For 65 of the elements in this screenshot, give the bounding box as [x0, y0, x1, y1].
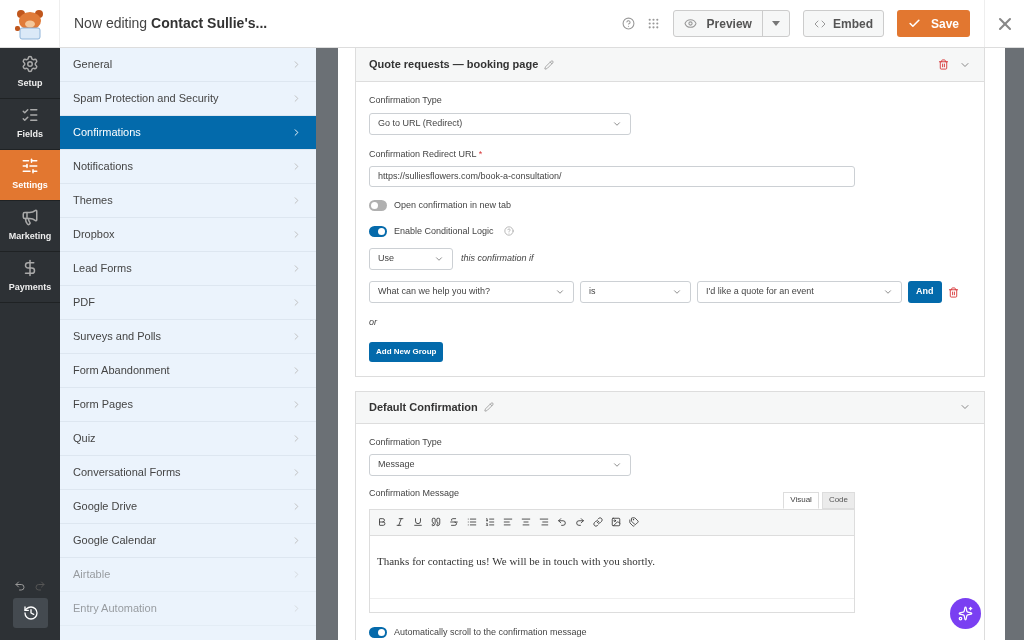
bullet-list-icon[interactable] [467, 517, 477, 527]
chevron-down-icon [612, 460, 622, 470]
card-title: Default Confirmation [369, 399, 478, 415]
toggle-switch[interactable] [369, 626, 387, 638]
tags-icon[interactable] [629, 517, 639, 527]
add-group-button[interactable]: Add New Group [369, 341, 444, 362]
help-icon[interactable] [621, 17, 635, 30]
field-label: Confirmation Type [369, 435, 443, 449]
chevron-down-icon [672, 287, 682, 297]
condition-text: this confirmation if [461, 252, 534, 266]
image-icon[interactable] [611, 517, 621, 527]
align-right-icon[interactable] [539, 517, 549, 527]
card-title: Quote requests — booking page [369, 57, 539, 73]
url-field[interactable]: https://sulliesflowers.com/book-a-consultation/ [369, 166, 855, 187]
align-center-icon[interactable] [521, 517, 531, 527]
field-select[interactable]: What can we help you with? [369, 281, 574, 303]
toggle-switch[interactable] [369, 225, 387, 237]
chevron-right-icon [291, 501, 302, 512]
megaphone-icon [21, 208, 39, 227]
eye-icon [683, 17, 697, 30]
chevron-down-icon [883, 287, 893, 297]
link-icon[interactable] [593, 517, 603, 527]
toggle-label: Automatically scroll to the confirmation message [394, 625, 587, 639]
sliders-icon [21, 157, 39, 176]
and-button[interactable]: And [908, 281, 942, 303]
form-title: Now editing Contact Sullie's... [74, 14, 268, 33]
operator-select[interactable]: is [580, 281, 691, 303]
gear-icon [21, 55, 39, 74]
grid-icon[interactable] [646, 17, 660, 30]
or-text: or [369, 316, 379, 329]
value-select[interactable]: I'd like a quote for an event [697, 281, 902, 303]
quote-icon[interactable] [431, 517, 441, 527]
delete-icon[interactable] [938, 59, 949, 70]
editor-tab[interactable]: Code [821, 491, 855, 509]
redo-icon[interactable] [575, 517, 585, 527]
sparkle-icon [958, 606, 973, 621]
numbered-list-icon[interactable] [485, 517, 495, 527]
chevron-down-icon [555, 287, 565, 297]
message-editor[interactable]: Thanks for contacting us! We will be in touch with you shortly. [369, 508, 855, 613]
chevron-down-icon [434, 254, 444, 264]
delete-icon[interactable] [947, 286, 959, 298]
field-label: Confirmation Message [369, 487, 460, 500]
toggle-switch[interactable] [369, 200, 387, 212]
use-select[interactable]: Use [369, 248, 453, 270]
caret-icon [771, 21, 780, 26]
undo-icon[interactable] [557, 517, 567, 527]
revisions-button[interactable] [13, 598, 48, 628]
underline-icon[interactable] [413, 517, 423, 527]
toggle-label: Open confirmation in new tab [394, 199, 512, 212]
type-select[interactable]: Message [369, 454, 631, 476]
type-select[interactable]: Go to URL (Redirect) [369, 112, 631, 135]
align-left-icon[interactable] [503, 517, 513, 527]
field-label: Confirmation Redirect URL * [369, 147, 484, 161]
undo-icon[interactable] [14, 580, 26, 592]
settings-menu-item[interactable]: Confirmations [60, 116, 316, 150]
editor-tab[interactable]: Visual [783, 491, 819, 509]
check-icon [907, 17, 921, 30]
embed-button[interactable]: Embed [802, 10, 884, 37]
strikethrough-icon[interactable] [449, 517, 459, 527]
toggle-label: Enable Conditional Logic [394, 224, 494, 238]
field-label: Confirmation Type [369, 94, 443, 107]
message-text: Thanks for contacting us! We will be in touch with you shortly. [377, 554, 656, 567]
bold-icon[interactable] [377, 517, 387, 527]
history-icon [22, 605, 39, 621]
italic-icon[interactable] [395, 517, 405, 527]
